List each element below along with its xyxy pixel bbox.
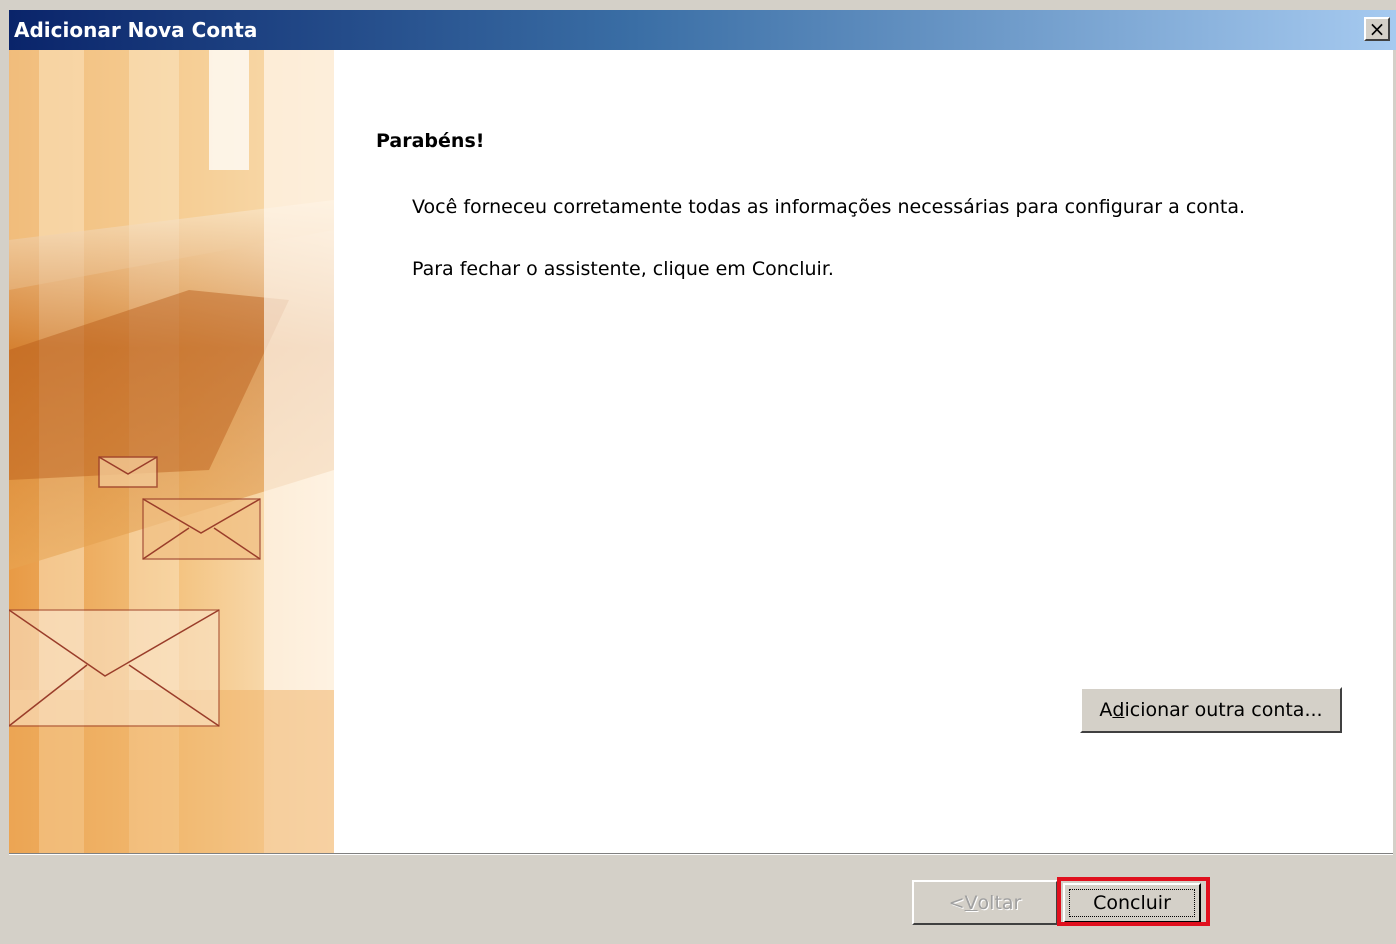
add-account-label-part: icionar outra conta... (1124, 699, 1323, 721)
add-account-label-part: A (1099, 699, 1113, 721)
back-button[interactable]: < Voltar (912, 880, 1058, 925)
back-accelerator: V (964, 891, 978, 914)
focus-rectangle (1069, 889, 1195, 917)
footer-divider (9, 853, 1393, 855)
add-account-wizard-window: Adicionar Nova Conta × Parabéns! Você fo… (0, 0, 1396, 944)
wizard-message-success: Você forneceu corretamente todas as info… (412, 196, 1246, 218)
window-title: Adicionar Nova Conta (14, 18, 258, 42)
back-label-part: oltar (977, 891, 1022, 914)
add-account-accelerator: d (1112, 699, 1125, 721)
wizard-message-instructions: Para fechar o assistente, clique em Conc… (412, 258, 834, 280)
close-button[interactable]: × (1364, 17, 1390, 41)
close-icon: × (1368, 17, 1386, 41)
wizard-heading: Parabéns! (376, 130, 485, 152)
title-bar[interactable]: Adicionar Nova Conta × (9, 10, 1396, 50)
wizard-content: Parabéns! Você forneceu corretamente tod… (9, 50, 1393, 854)
mail-envelopes-artwork (9, 50, 334, 854)
back-label-part: < (948, 891, 965, 914)
add-another-account-button[interactable]: Ad icionar outra conta... (1080, 687, 1342, 733)
finish-button[interactable]: Concluir (1063, 883, 1201, 923)
